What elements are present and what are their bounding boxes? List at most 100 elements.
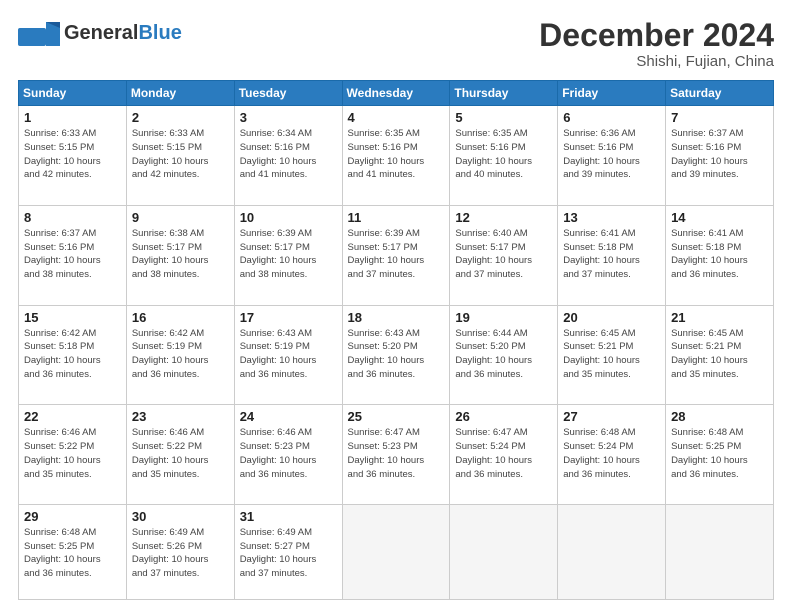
header-wednesday: Wednesday xyxy=(342,81,450,106)
day-number: 10 xyxy=(240,210,337,225)
day-info: Sunrise: 6:46 AMSunset: 5:23 PMDaylight:… xyxy=(240,426,337,481)
table-row: 16 Sunrise: 6:42 AMSunset: 5:19 PMDayligh… xyxy=(126,305,234,405)
table-row: 4 Sunrise: 6:35 AMSunset: 5:16 PMDaylight… xyxy=(342,106,450,206)
table-row xyxy=(342,504,450,599)
header-friday: Friday xyxy=(558,81,666,106)
day-info: Sunrise: 6:37 AMSunset: 5:16 PMDaylight:… xyxy=(671,127,768,182)
day-number: 4 xyxy=(348,110,445,125)
day-info: Sunrise: 6:48 AMSunset: 5:25 PMDaylight:… xyxy=(671,426,768,481)
day-number: 21 xyxy=(671,310,768,325)
table-row: 8 Sunrise: 6:37 AMSunset: 5:16 PMDaylight… xyxy=(19,205,127,305)
day-info: Sunrise: 6:48 AMSunset: 5:25 PMDaylight:… xyxy=(24,526,121,581)
day-number: 17 xyxy=(240,310,337,325)
day-number: 13 xyxy=(563,210,660,225)
day-number: 23 xyxy=(132,409,229,424)
day-info: Sunrise: 6:37 AMSunset: 5:16 PMDaylight:… xyxy=(24,227,121,282)
table-row: 27 Sunrise: 6:48 AMSunset: 5:24 PMDayligh… xyxy=(558,405,666,505)
day-info: Sunrise: 6:39 AMSunset: 5:17 PMDaylight:… xyxy=(240,227,337,282)
day-number: 27 xyxy=(563,409,660,424)
day-number: 8 xyxy=(24,210,121,225)
day-info: Sunrise: 6:34 AMSunset: 5:16 PMDaylight:… xyxy=(240,127,337,182)
day-info: Sunrise: 6:42 AMSunset: 5:18 PMDaylight:… xyxy=(24,327,121,382)
subtitle: Shishi, Fujian, China xyxy=(539,53,774,70)
header-sunday: Sunday xyxy=(19,81,127,106)
table-row: 21 Sunrise: 6:45 AMSunset: 5:21 PMDayligh… xyxy=(666,305,774,405)
table-row: 23 Sunrise: 6:46 AMSunset: 5:22 PMDayligh… xyxy=(126,405,234,505)
day-info: Sunrise: 6:44 AMSunset: 5:20 PMDaylight:… xyxy=(455,327,552,382)
day-info: Sunrise: 6:40 AMSunset: 5:17 PMDaylight:… xyxy=(455,227,552,282)
table-row: 13 Sunrise: 6:41 AMSunset: 5:18 PMDayligh… xyxy=(558,205,666,305)
table-row: 15 Sunrise: 6:42 AMSunset: 5:18 PMDayligh… xyxy=(19,305,127,405)
header-saturday: Saturday xyxy=(666,81,774,106)
table-row: 11 Sunrise: 6:39 AMSunset: 5:17 PMDayligh… xyxy=(342,205,450,305)
logo-general: General xyxy=(64,22,138,44)
day-info: Sunrise: 6:36 AMSunset: 5:16 PMDaylight:… xyxy=(563,127,660,182)
table-row: 25 Sunrise: 6:47 AMSunset: 5:23 PMDayligh… xyxy=(342,405,450,505)
table-row: 19Sunrise: 6:44 AMSunset: 5:20 PMDayligh… xyxy=(450,305,558,405)
day-info: Sunrise: 6:43 AMSunset: 5:20 PMDaylight:… xyxy=(348,327,445,382)
day-info: Sunrise: 6:47 AMSunset: 5:23 PMDaylight:… xyxy=(348,426,445,481)
day-info: Sunrise: 6:49 AMSunset: 5:26 PMDaylight:… xyxy=(132,526,229,581)
day-info: Sunrise: 6:48 AMSunset: 5:24 PMDaylight:… xyxy=(563,426,660,481)
month-title: December 2024 xyxy=(539,18,774,53)
table-row: 26Sunrise: 6:47 AMSunset: 5:24 PMDayligh… xyxy=(450,405,558,505)
header: GeneralBlue December 2024 Shishi, Fujian… xyxy=(18,18,774,70)
day-number: 9 xyxy=(132,210,229,225)
table-row: 30 Sunrise: 6:49 AMSunset: 5:26 PMDayligh… xyxy=(126,504,234,599)
day-number: 11 xyxy=(348,210,445,225)
table-row: 18 Sunrise: 6:43 AMSunset: 5:20 PMDayligh… xyxy=(342,305,450,405)
day-info: Sunrise: 6:49 AMSunset: 5:27 PMDaylight:… xyxy=(240,526,337,581)
day-number: 22 xyxy=(24,409,121,424)
day-info: Sunrise: 6:43 AMSunset: 5:19 PMDaylight:… xyxy=(240,327,337,382)
day-number: 29 xyxy=(24,509,121,524)
table-row xyxy=(450,504,558,599)
day-info: Sunrise: 6:41 AMSunset: 5:18 PMDaylight:… xyxy=(671,227,768,282)
calendar-header-row: Sunday Monday Tuesday Wednesday Thursday… xyxy=(19,81,774,106)
day-info: Sunrise: 6:41 AMSunset: 5:18 PMDaylight:… xyxy=(563,227,660,282)
table-row: 1Sunrise: 6:33 AMSunset: 5:15 PMDaylight… xyxy=(19,106,127,206)
table-row: 5Sunrise: 6:35 AMSunset: 5:16 PMDaylight… xyxy=(450,106,558,206)
logo: GeneralBlue xyxy=(18,18,182,48)
day-number: 15 xyxy=(24,310,121,325)
day-info: Sunrise: 6:42 AMSunset: 5:19 PMDaylight:… xyxy=(132,327,229,382)
logo-blue: Blue xyxy=(138,22,181,44)
day-number: 28 xyxy=(671,409,768,424)
day-number: 5 xyxy=(455,110,552,125)
day-number: 14 xyxy=(671,210,768,225)
day-number: 7 xyxy=(671,110,768,125)
day-number: 31 xyxy=(240,509,337,524)
table-row: 29 Sunrise: 6:48 AMSunset: 5:25 PMDayligh… xyxy=(19,504,127,599)
day-number: 6 xyxy=(563,110,660,125)
page: GeneralBlue December 2024 Shishi, Fujian… xyxy=(0,0,792,612)
day-number: 3 xyxy=(240,110,337,125)
table-row: 2 Sunrise: 6:33 AMSunset: 5:15 PMDaylight… xyxy=(126,106,234,206)
day-number: 16 xyxy=(132,310,229,325)
day-number: 24 xyxy=(240,409,337,424)
table-row xyxy=(558,504,666,599)
day-info: Sunrise: 6:45 AMSunset: 5:21 PMDaylight:… xyxy=(671,327,768,382)
day-info: Sunrise: 6:33 AMSunset: 5:15 PMDaylight:… xyxy=(132,127,229,182)
logo-icon xyxy=(18,18,60,48)
day-info: Sunrise: 6:33 AMSunset: 5:15 PMDaylight:… xyxy=(24,127,121,182)
day-info: Sunrise: 6:38 AMSunset: 5:17 PMDaylight:… xyxy=(132,227,229,282)
day-info: Sunrise: 6:46 AMSunset: 5:22 PMDaylight:… xyxy=(132,426,229,481)
day-info: Sunrise: 6:46 AMSunset: 5:22 PMDaylight:… xyxy=(24,426,121,481)
table-row xyxy=(666,504,774,599)
day-info: Sunrise: 6:35 AMSunset: 5:16 PMDaylight:… xyxy=(348,127,445,182)
day-number: 12 xyxy=(455,210,552,225)
day-number: 2 xyxy=(132,110,229,125)
table-row: 31 Sunrise: 6:49 AMSunset: 5:27 PMDayligh… xyxy=(234,504,342,599)
day-number: 25 xyxy=(348,409,445,424)
header-monday: Monday xyxy=(126,81,234,106)
table-row: 9 Sunrise: 6:38 AMSunset: 5:17 PMDaylight… xyxy=(126,205,234,305)
day-info: Sunrise: 6:47 AMSunset: 5:24 PMDaylight:… xyxy=(455,426,552,481)
table-row: 22 Sunrise: 6:46 AMSunset: 5:22 PMDayligh… xyxy=(19,405,127,505)
calendar-table: Sunday Monday Tuesday Wednesday Thursday… xyxy=(18,80,774,600)
day-number: 30 xyxy=(132,509,229,524)
table-row: 3 Sunrise: 6:34 AMSunset: 5:16 PMDaylight… xyxy=(234,106,342,206)
table-row: 12 Sunrise: 6:40 AMSunset: 5:17 PMDayligh… xyxy=(450,205,558,305)
day-number: 18 xyxy=(348,310,445,325)
day-info: Sunrise: 6:39 AMSunset: 5:17 PMDaylight:… xyxy=(348,227,445,282)
table-row: 6 Sunrise: 6:36 AMSunset: 5:16 PMDaylight… xyxy=(558,106,666,206)
table-row: 20Sunrise: 6:45 AMSunset: 5:21 PMDayligh… xyxy=(558,305,666,405)
